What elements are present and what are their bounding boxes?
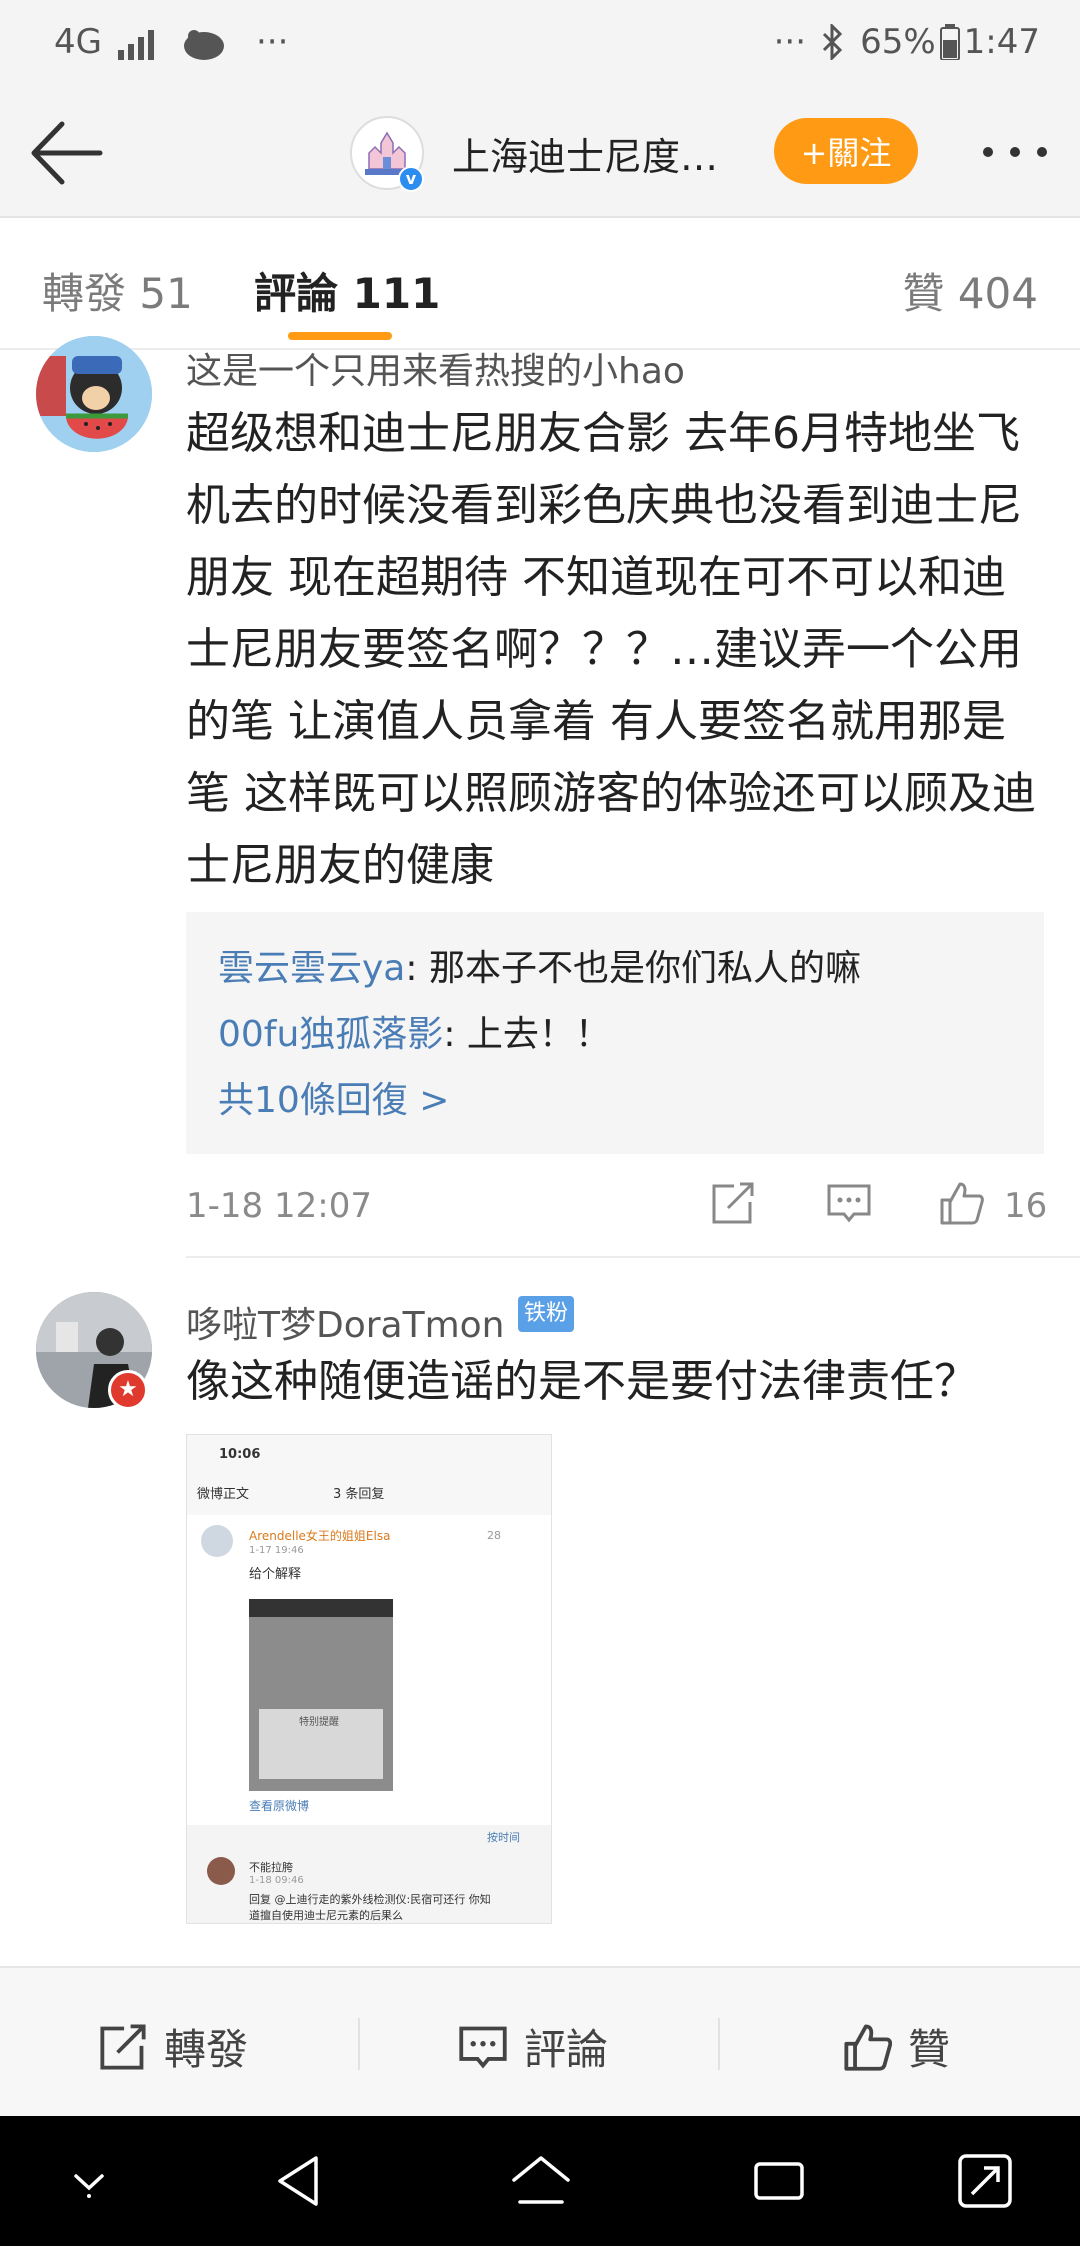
like-label: 贊 (908, 2025, 951, 2074)
image-status-time: 10:06 (219, 1447, 261, 1462)
thumbs-up-icon (844, 2023, 892, 2071)
comment-timestamp: 1-18 12:07 (186, 1186, 372, 1226)
goofy-avatar-icon (36, 336, 152, 452)
comment-button[interactable]: 評論 (458, 2016, 608, 2077)
repost-button[interactable]: 轉發 (98, 2016, 248, 2077)
system-navigation-bar (0, 2116, 1080, 2246)
separator (358, 2018, 360, 2070)
page-title: 上海迪士尼度… (452, 135, 719, 179)
comment-username[interactable]: 这是一个只用来看热搜的小hao (186, 342, 685, 394)
image-sort-label: 按时间 (487, 1831, 520, 1844)
expand-icon[interactable] (950, 2146, 1020, 2216)
tab-likes[interactable]: 贊 404 (902, 260, 1038, 321)
more-status: ··· (773, 22, 807, 62)
nested-notice-card: 特别提醒 (259, 1709, 383, 1779)
image-subreply-text-1: 回复 @上迪行走的紫外线检测仪:民宿可还行 你知 (249, 1893, 491, 1906)
image-heading: 3 条回复 (333, 1487, 385, 1502)
image-subreply-avatar (207, 1857, 235, 1885)
fan-badge: 铁粉 (518, 1296, 574, 1332)
nav-back-icon[interactable] (266, 2146, 336, 2216)
image-reply-text: 给个解释 (249, 1567, 302, 1582)
more-options-icon[interactable] (980, 132, 1050, 172)
signal-icon (118, 30, 154, 60)
comment-text: 超级想和迪士尼朋友合影 去年6月特地坐飞机去的时候没看到彩色庆典也没看到迪士尼朋… (186, 408, 1036, 891)
image-reply-avatar (201, 1525, 233, 1557)
image-subreply-text-2: 道擅自使用迪士尼元素的后果么 (249, 1909, 403, 1922)
image-reply-likes: 28 (487, 1529, 501, 1542)
comment-text: 像这种随便造谣的是不是要付法律责任？ (186, 1356, 978, 1407)
bluetooth-icon (823, 24, 843, 60)
bottom-action-bar: 轉發 評論 贊 (0, 1966, 1080, 2116)
nested-status-bar (249, 1599, 393, 1617)
reply-item: 00fu独孤落影: 上去！！ (218, 1002, 1012, 1068)
follow-button[interactable]: +關注 (774, 118, 918, 184)
hide-keyboard-icon[interactable] (54, 2146, 124, 2216)
back-arrow-icon[interactable] (28, 118, 108, 188)
comment-icon (459, 2026, 507, 2068)
recent-apps-icon[interactable] (744, 2146, 814, 2216)
vip-star-icon: ★ (108, 1370, 148, 1410)
battery-icon (939, 24, 960, 60)
like-button[interactable]: 贊 (842, 2016, 950, 2077)
image-view-original: 查看原微博 (249, 1799, 310, 1813)
tab-bar: 轉發 51 評論 111 贊 404 (0, 218, 1080, 350)
app-notification-icon (184, 30, 224, 60)
reply-text: : 那本子不也是你们私人的嘛 (405, 948, 861, 989)
share-icon[interactable] (710, 1180, 756, 1226)
top-navigation: v 上海迪士尼度… +關注 (0, 90, 1080, 218)
image-back-label: 微博正文 (197, 1487, 250, 1502)
active-tab-indicator (288, 332, 392, 340)
separator (718, 2018, 720, 2070)
like-count: 16 (1004, 1186, 1048, 1226)
view-all-replies-link[interactable]: 共10條回復 > (218, 1068, 1012, 1134)
comment-username[interactable]: 哆啦T梦DoraTmon (186, 1296, 505, 1348)
more-notifications: ··· (256, 22, 289, 62)
tab-reposts[interactable]: 轉發 51 (42, 260, 193, 321)
nested-notice-title: 特别提醒 (299, 1717, 339, 1728)
image-subreply-time: 1-18 09:46 (249, 1875, 304, 1886)
replies-preview[interactable]: 雲云雲云ya: 那本子不也是你们私人的嘛 00fu独孤落影: 上去！！ 共10條… (186, 912, 1044, 1154)
image-subreply-user: 不能拉胯 (249, 1861, 293, 1874)
reply-text: : 上去！！ (443, 1014, 611, 1055)
image-nested-screenshot: 特别提醒 (249, 1599, 393, 1791)
battery-percent: 65% (860, 22, 936, 62)
network-indicator: 4G (54, 22, 102, 62)
status-right: ··· 65% 1:47 (774, 22, 1040, 62)
repost-label: 轉發 (164, 2025, 249, 2074)
repost-icon (100, 2023, 146, 2070)
comment-label: 評論 (524, 2025, 609, 2074)
attached-image[interactable]: 10:06 微博正文 3 条回复 Arendelle女王的姐姐Elsa 1-17… (186, 1434, 552, 1924)
comment-divider (186, 1256, 1080, 1258)
clock: 1:47 (963, 22, 1040, 62)
reply-item: 雲云雲云ya: 那本子不也是你们私人的嘛 (218, 936, 1012, 1002)
avatar[interactable] (36, 336, 152, 452)
image-reply-user: Arendelle女王的姐姐Elsa (249, 1529, 391, 1543)
reply-username[interactable]: 雲云雲云ya (218, 948, 405, 989)
status-bar: 4G ··· ··· 65% 1:47 (0, 0, 1080, 90)
thumbs-up-icon[interactable] (938, 1180, 984, 1226)
reply-comment-icon[interactable] (826, 1180, 872, 1226)
home-icon[interactable] (506, 2146, 576, 2216)
image-reply-time: 1-17 19:46 (249, 1545, 304, 1556)
verified-badge-icon: v (398, 166, 424, 192)
tab-comments[interactable]: 評論 111 (254, 260, 440, 321)
reply-username[interactable]: 00fu独孤落影 (218, 1014, 443, 1055)
